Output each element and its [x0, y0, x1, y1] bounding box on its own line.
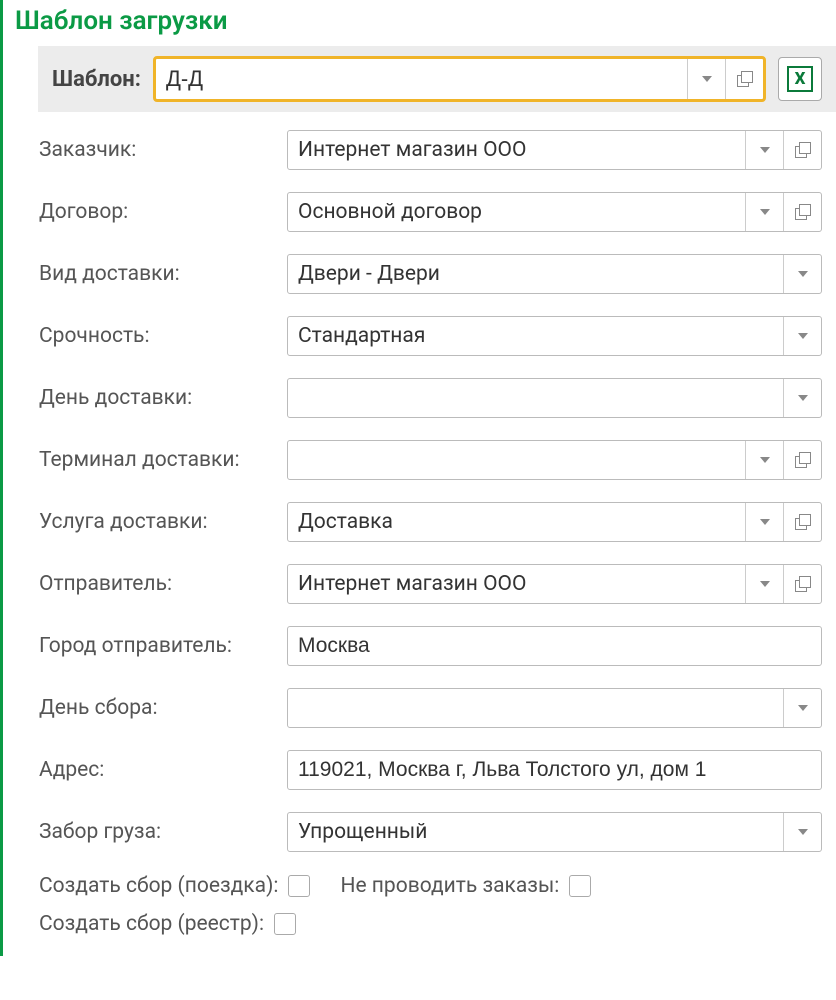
delivery-type-dropdown-button[interactable]	[783, 255, 821, 293]
chevron-down-icon	[798, 705, 808, 711]
urgency-dropdown-button[interactable]	[783, 317, 821, 355]
delivery-day-dropdown-button[interactable]	[783, 379, 821, 417]
delivery-service-dropdown-button[interactable]	[745, 503, 783, 541]
row-delivery-day: День доставки:	[39, 378, 822, 418]
excel-icon: X	[787, 66, 813, 92]
row-delivery-terminal: Терминал доставки:	[39, 440, 822, 480]
sender-value: Интернет магазин ООО	[288, 565, 745, 603]
chevron-down-icon	[760, 581, 770, 587]
chevron-down-icon	[798, 829, 808, 835]
export-excel-button[interactable]: X	[778, 57, 822, 101]
label-delivery-service: Услуга доставки:	[39, 510, 287, 534]
pickup-type-dropdown-button[interactable]	[783, 813, 821, 851]
row-sender: Отправитель: Интернет магазин ООО	[39, 564, 822, 604]
label-contract: Договор:	[39, 200, 287, 224]
sender-dropdown-button[interactable]	[745, 565, 783, 603]
popout-icon	[795, 514, 811, 530]
row-urgency: Срочность: Стандартная	[39, 316, 822, 356]
page-title: Шаблон загрузки	[3, 0, 836, 46]
row-delivery-service: Услуга доставки: Доставка	[39, 502, 822, 542]
delivery-terminal-popout-button[interactable]	[783, 441, 821, 479]
delivery-service-value: Доставка	[288, 503, 745, 541]
pickup-day-combo[interactable]	[287, 688, 822, 728]
popout-icon	[795, 142, 811, 158]
row-address: Адрес:	[39, 750, 822, 790]
delivery-service-popout-button[interactable]	[783, 503, 821, 541]
row-customer: Заказчик: Интернет магазин ООО	[39, 130, 822, 170]
customer-value: Интернет магазин ООО	[288, 131, 745, 169]
address-input[interactable]	[287, 750, 822, 790]
sender-combo[interactable]: Интернет магазин ООО	[287, 564, 822, 604]
label-sender: Отправитель:	[39, 572, 287, 596]
template-popout-button[interactable]	[725, 59, 763, 99]
pickup-type-combo[interactable]: Упрощенный	[287, 812, 822, 852]
row-pickup-type: Забор груза: Упрощенный	[39, 812, 822, 852]
chevron-down-icon	[702, 76, 712, 82]
row-delivery-type: Вид доставки: Двери - Двери	[39, 254, 822, 294]
label-sender-city: Город отправитель:	[39, 634, 287, 658]
sender-city-input[interactable]	[287, 626, 822, 666]
label-delivery-type: Вид доставки:	[39, 262, 287, 286]
label-customer: Заказчик:	[39, 138, 287, 162]
form-container: Шаблон загрузки Шаблон: X Заказчик: Инте…	[0, 0, 836, 956]
row-sender-city: Город отправитель:	[39, 626, 822, 666]
chevron-down-icon	[760, 519, 770, 525]
pickup-type-value: Упрощенный	[288, 813, 783, 851]
label-create-reg: Создать сбор (реестр):	[39, 912, 264, 936]
label-delivery-terminal: Терминал доставки:	[39, 448, 287, 472]
contract-value: Основной договор	[288, 193, 745, 231]
delivery-type-value: Двери - Двери	[288, 255, 783, 293]
checkbox-no-post[interactable]	[569, 875, 591, 897]
customer-dropdown-button[interactable]	[745, 131, 783, 169]
chevron-down-icon	[760, 147, 770, 153]
label-address: Адрес:	[39, 758, 287, 782]
template-combo[interactable]	[153, 56, 766, 102]
urgency-combo[interactable]: Стандартная	[287, 316, 822, 356]
label-pickup-day: День сбора:	[39, 696, 287, 720]
label-create-trip: Создать сбор (поездка):	[39, 874, 278, 898]
form-rows: Заказчик: Интернет магазин ООО Договор: …	[3, 112, 836, 956]
chevron-down-icon	[798, 333, 808, 339]
row-contract: Договор: Основной договор	[39, 192, 822, 232]
delivery-type-combo[interactable]: Двери - Двери	[287, 254, 822, 294]
label-no-post: Не проводить заказы:	[340, 874, 559, 898]
chevron-down-icon	[760, 209, 770, 215]
sender-popout-button[interactable]	[783, 565, 821, 603]
urgency-value: Стандартная	[288, 317, 783, 355]
template-bar: Шаблон: X	[38, 46, 836, 112]
checkbox-create-trip[interactable]	[288, 875, 310, 897]
chevron-down-icon	[760, 457, 770, 463]
chevron-down-icon	[798, 271, 808, 277]
row-pickup-day: День сбора:	[39, 688, 822, 728]
pickup-day-dropdown-button[interactable]	[783, 689, 821, 727]
popout-icon	[795, 452, 811, 468]
popout-icon	[795, 204, 811, 220]
contract-dropdown-button[interactable]	[745, 193, 783, 231]
delivery-day-value	[288, 379, 783, 417]
contract-combo[interactable]: Основной договор	[287, 192, 822, 232]
check-row-1: Создать сбор (поездка): Не проводить зак…	[39, 874, 822, 898]
delivery-service-combo[interactable]: Доставка	[287, 502, 822, 542]
template-input[interactable]	[156, 59, 687, 99]
delivery-terminal-dropdown-button[interactable]	[745, 441, 783, 479]
delivery-day-combo[interactable]	[287, 378, 822, 418]
label-urgency: Срочность:	[39, 324, 287, 348]
check-row-2: Создать сбор (реестр):	[39, 912, 822, 936]
label-pickup-type: Забор груза:	[39, 820, 287, 844]
popout-icon	[737, 71, 753, 87]
label-delivery-day: День доставки:	[39, 386, 287, 410]
customer-combo[interactable]: Интернет магазин ООО	[287, 130, 822, 170]
delivery-terminal-combo[interactable]	[287, 440, 822, 480]
delivery-terminal-value	[288, 441, 745, 479]
chevron-down-icon	[798, 395, 808, 401]
contract-popout-button[interactable]	[783, 193, 821, 231]
template-dropdown-button[interactable]	[687, 59, 725, 99]
checkbox-create-reg[interactable]	[274, 913, 296, 935]
popout-icon	[795, 576, 811, 592]
customer-popout-button[interactable]	[783, 131, 821, 169]
pickup-day-value	[288, 689, 783, 727]
template-label: Шаблон:	[52, 67, 141, 92]
